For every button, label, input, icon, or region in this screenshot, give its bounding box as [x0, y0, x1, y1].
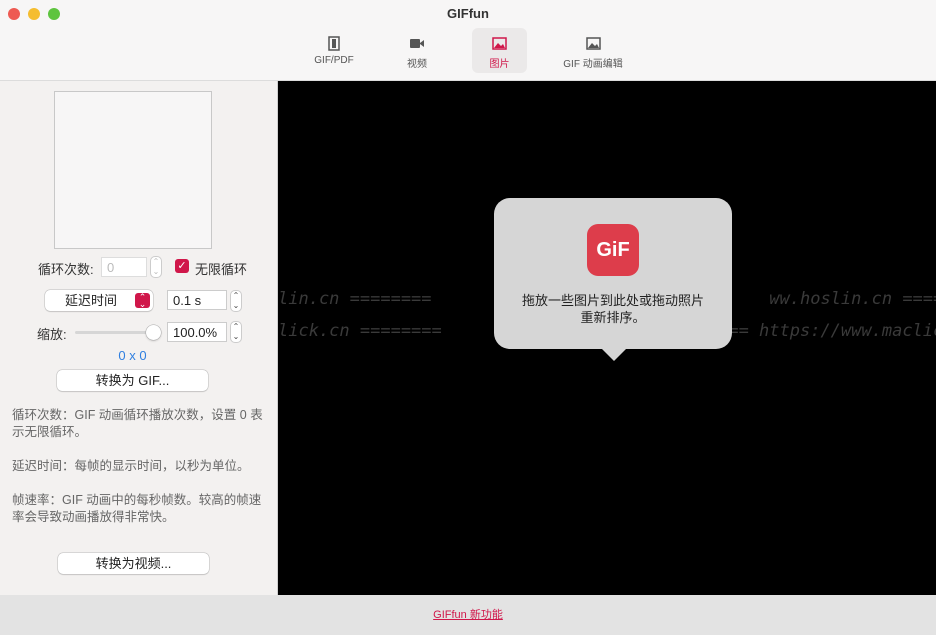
scale-input[interactable]: 100.0%: [167, 322, 227, 342]
tab-label: 图片: [489, 59, 510, 70]
document-icon: [328, 36, 340, 51]
whats-new-link[interactable]: GIFfun 新功能: [433, 609, 503, 621]
video-camera-icon: [410, 39, 424, 48]
convert-to-gif-button[interactable]: 转换为 GIF...: [57, 370, 208, 391]
tab-image[interactable]: 图片: [472, 28, 527, 73]
infinite-loop-checkbox[interactable]: ✓: [175, 259, 189, 273]
tab-label: GIF 动画编辑: [563, 59, 623, 70]
footer: GIFfun 新功能: [0, 595, 936, 635]
infinite-loop-label: 无限循环: [195, 262, 248, 277]
delay-select[interactable]: 延迟时间 ⌃ ⌄: [45, 290, 153, 311]
tab-label: GIF/PDF: [314, 55, 354, 66]
delay-input[interactable]: 0.1 s: [167, 290, 227, 310]
image-edit-icon: [585, 37, 601, 50]
gif-preview: [54, 91, 212, 249]
image-icon: [492, 37, 507, 50]
tab-label: 视频: [407, 59, 427, 70]
gif-app-icon: GiF: [587, 224, 639, 276]
description-loop: 循环次数：GIF 动画循环播放次数，设置 0 表示无限循环。: [12, 408, 263, 439]
tab-video[interactable]: 视频: [392, 28, 442, 73]
chevron-up-down-icon: ⌃ ⌄: [135, 293, 150, 309]
title-bar: GIFfun GIF/PDF 视频 图片 GIF 动画编辑: [0, 0, 936, 81]
drop-area[interactable]: lin.cn ======== ww.hoslin.cn ======== li…: [278, 81, 936, 595]
scale-slider[interactable]: [75, 331, 155, 334]
drop-hint-popover: GiF 拖放一些图片到此处或拖动照片 重新排序。: [494, 198, 732, 361]
delay-select-value: 延迟时间: [65, 293, 118, 308]
drop-hint-text: 拖放一些图片到此处或拖动照片: [521, 293, 704, 308]
description-framerate: 帧速率：GIF 动画中的每秒帧数。较高的帧速率会导致动画播放得非常快。: [12, 493, 262, 524]
description-delay: 延迟时间：每帧的显示时间，以秒为单位。: [12, 459, 250, 473]
convert-to-video-button[interactable]: 转换为视频...: [58, 553, 209, 574]
loop-count-label: 循环次数:: [38, 262, 94, 277]
tab-gif-pdf[interactable]: GIF/PDF: [304, 28, 364, 73]
scale-label: 缩放:: [37, 327, 67, 342]
settings-panel: 循环次数: 0 ⌃ ⌄ ✓ 无限循环 延迟时间 ⌃ ⌄ 0.1 s ⌃ ⌄ 缩放: 1…: [0, 81, 278, 595]
drop-hint-text-2: 重新排序。: [580, 310, 646, 325]
scale-stepper[interactable]: ⌃ ⌄: [230, 321, 242, 343]
delay-stepper[interactable]: ⌃ ⌄: [230, 290, 242, 312]
loop-count-stepper[interactable]: ⌃ ⌄: [150, 256, 162, 278]
loop-count-input[interactable]: 0: [101, 257, 147, 277]
scale-slider-thumb[interactable]: [146, 325, 161, 340]
window-title: GIFfun: [447, 6, 489, 21]
dimensions-label: 0 x 0: [118, 348, 147, 363]
tab-gif-edit[interactable]: GIF 动画编辑: [556, 28, 630, 73]
